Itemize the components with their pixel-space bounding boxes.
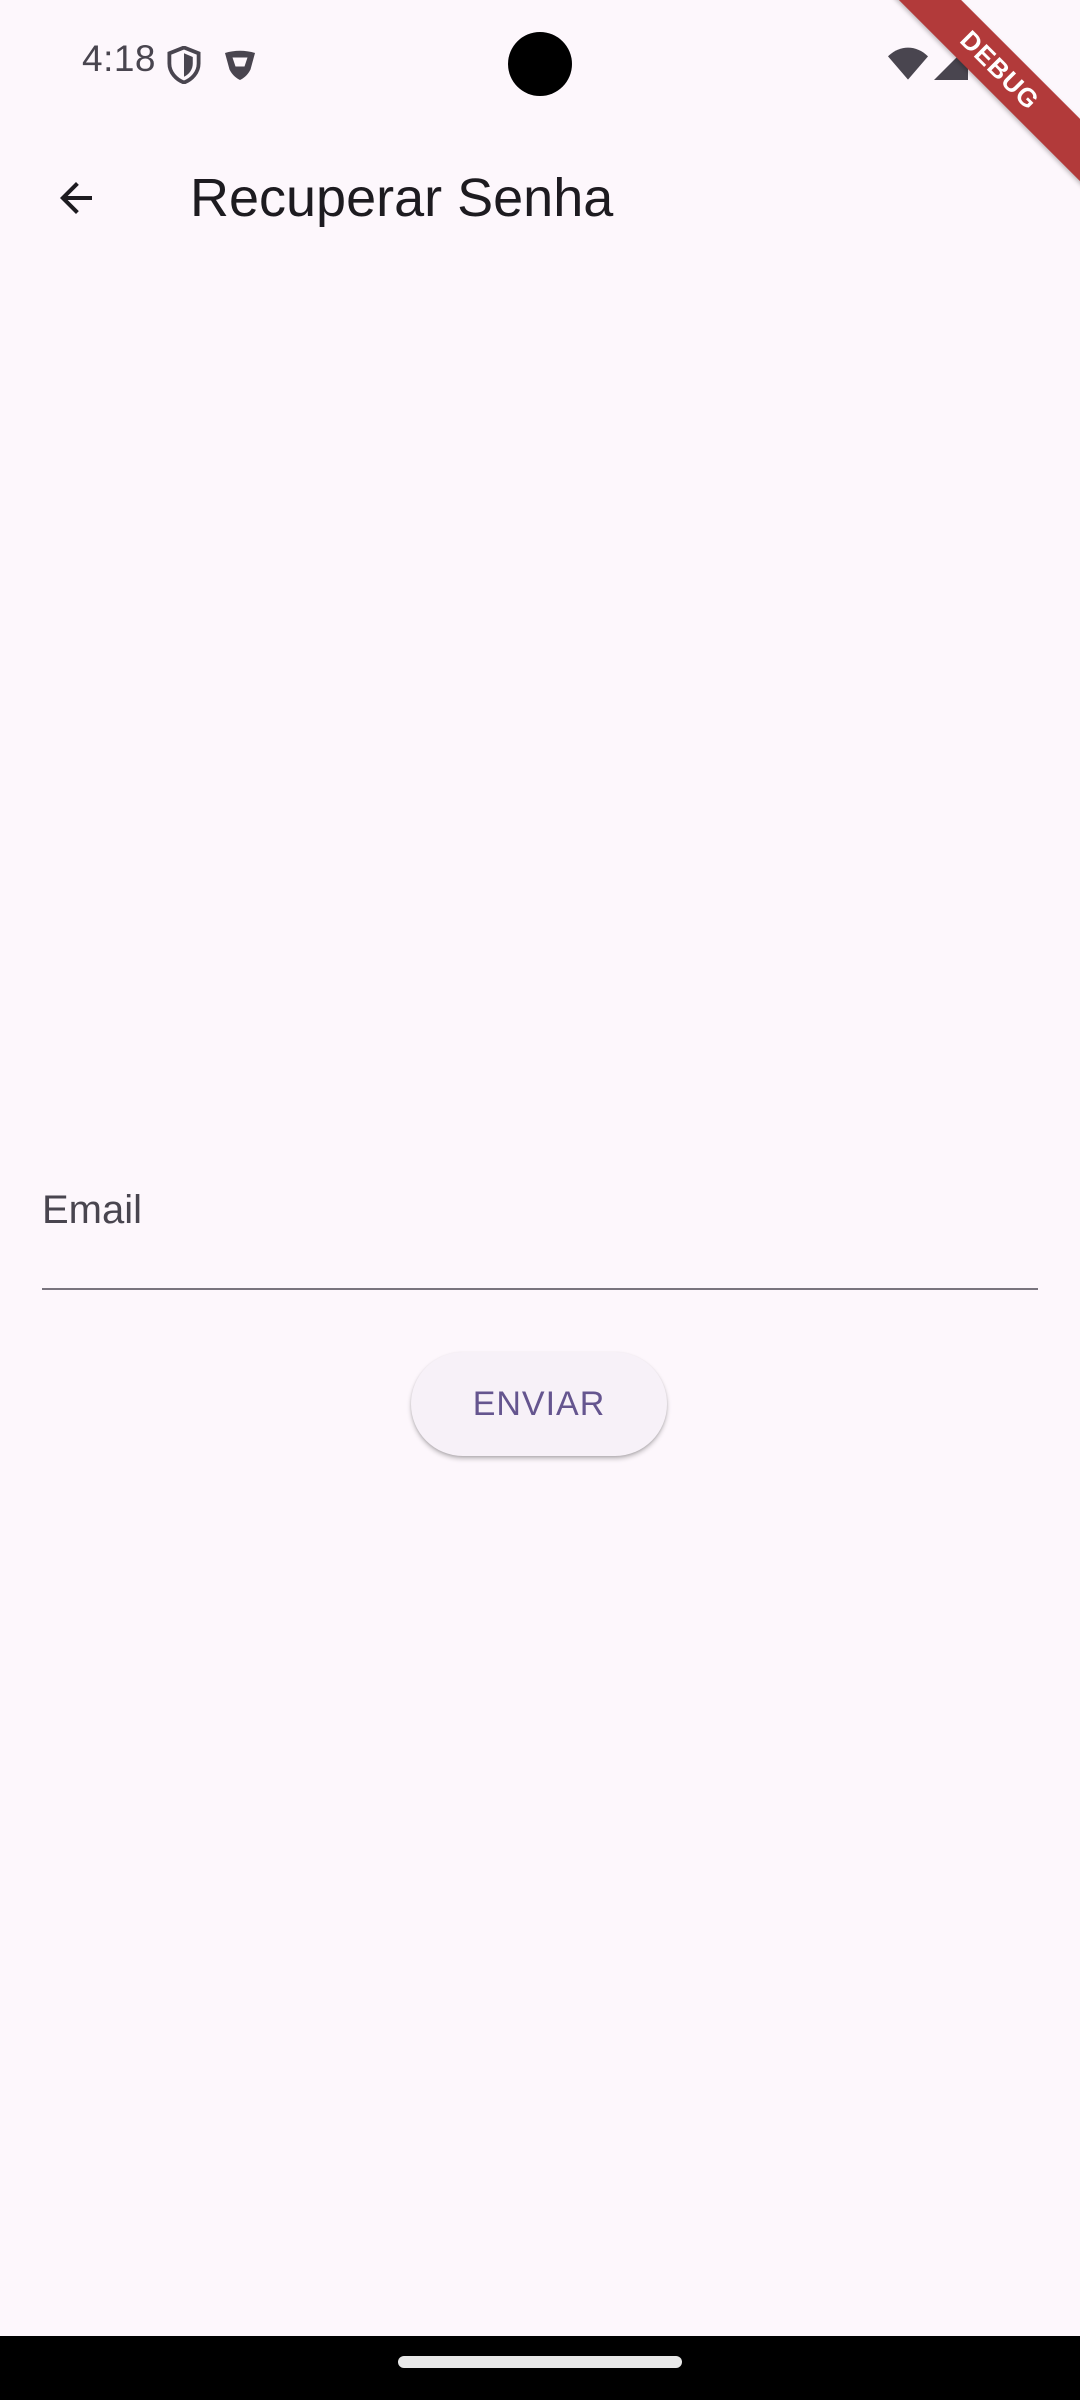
- camera-cutout: [508, 32, 572, 96]
- vpn-key-icon: [222, 48, 258, 87]
- status-time: 4:18: [82, 38, 157, 79]
- navigation-bar: [0, 2336, 1080, 2400]
- shield-icon: [166, 45, 202, 89]
- email-field[interactable]: Email: [42, 1170, 1038, 1290]
- email-input[interactable]: [42, 1220, 1038, 1280]
- home-indicator[interactable]: [398, 2356, 682, 2368]
- wifi-icon: [888, 46, 928, 85]
- app-bar: Recuperar Senha: [0, 128, 1080, 272]
- recover-password-screen: 4:18 DEBUG Recuperar Senha Email ENVIAR: [0, 0, 1080, 2400]
- arrow-back-icon: [52, 174, 100, 227]
- back-button[interactable]: [28, 152, 124, 248]
- page-title: Recuperar Senha: [190, 168, 614, 228]
- send-button[interactable]: ENVIAR: [411, 1352, 667, 1456]
